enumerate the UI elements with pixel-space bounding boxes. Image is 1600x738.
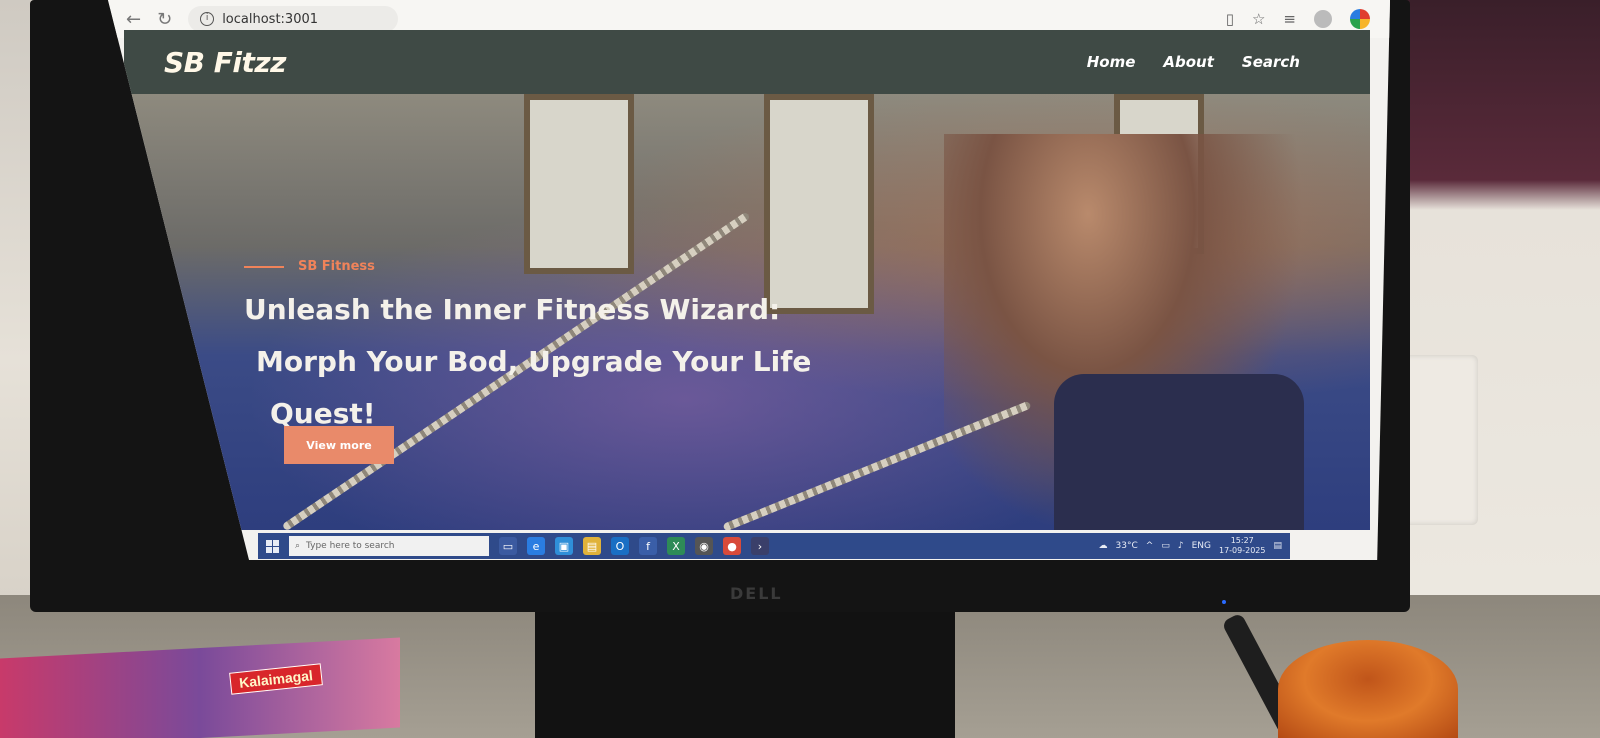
background-window (764, 94, 874, 314)
monitor: DELL ← ↻ i localhost:3001 ▯ ☆ ≡ SB Fitzz (30, 0, 1410, 612)
power-led (1222, 600, 1226, 604)
back-icon[interactable]: ← (126, 9, 141, 30)
chrome-icon[interactable]: ● (723, 537, 741, 555)
browser-app-icon[interactable] (1350, 9, 1370, 29)
edge-browser-icon[interactable]: e (527, 537, 545, 555)
volume-icon[interactable]: ♪ (1178, 541, 1184, 551)
hero-title-line: Morph Your Bod, Upgrade Your Life (256, 345, 812, 378)
athlete-shorts (1054, 374, 1304, 530)
profile-avatar[interactable] (1314, 10, 1332, 28)
hero-tag-text: SB Fitness (298, 259, 375, 274)
facebook-icon[interactable]: f (639, 537, 657, 555)
monitor-stand (535, 612, 955, 738)
taskbar-search-placeholder: Type here to search (306, 541, 395, 551)
store-icon[interactable]: ▣ (555, 537, 573, 555)
temperature[interactable]: 33°C (1116, 541, 1138, 551)
taskbar-search[interactable]: ⌕ Type here to search (289, 536, 489, 556)
network-icon[interactable]: ▭ (1161, 541, 1170, 551)
split-view-icon[interactable]: ▯ (1226, 10, 1234, 28)
search-icon: ⌕ (295, 541, 301, 551)
terminal-icon[interactable]: › (751, 537, 769, 555)
site-brand[interactable]: SB Fitzz (164, 46, 286, 79)
excel-icon[interactable]: X (667, 537, 685, 555)
language-indicator[interactable]: ENG (1192, 541, 1211, 551)
monitor-screen: ← ↻ i localhost:3001 ▯ ☆ ≡ SB Fitzz Home… (108, 0, 1390, 560)
tag-line (244, 266, 284, 268)
hero-banner: SB Fitness Unleash the Inner Fitness Wiz… (124, 94, 1370, 530)
clock-date: 17-09-2025 (1218, 546, 1266, 555)
file-explorer-icon[interactable]: ▤ (583, 537, 601, 555)
hero-tag: SB Fitness (244, 259, 375, 274)
camera-icon[interactable]: ◉ (695, 537, 713, 555)
hero-title-line: Unleash the Inner Fitness Wizard: (244, 293, 781, 326)
site-navbar: SB Fitzz Home About Search (124, 30, 1370, 94)
view-more-button[interactable]: View more (284, 426, 394, 464)
taskbar-clock[interactable]: 15:27 17-09-2025 (1219, 536, 1266, 556)
cable-grommet (1278, 640, 1458, 738)
site-nav: Home About Search (1087, 53, 1300, 71)
favorites-list-icon[interactable]: ≡ (1283, 10, 1296, 28)
nav-home-link[interactable]: Home (1087, 53, 1136, 71)
system-tray: ☁ 33°C ^ ▭ ♪ ENG 15:27 17-09-2025 ▤ (1099, 536, 1282, 556)
chevron-up-icon[interactable]: ^ (1146, 541, 1154, 551)
info-icon[interactable]: i (200, 12, 214, 26)
website: SB Fitzz Home About Search SB Fitness Un… (124, 30, 1370, 530)
nav-about-link[interactable]: About (1163, 53, 1214, 71)
hero-title: Unleash the Inner Fitness Wizard: Morph … (244, 284, 864, 440)
reload-icon[interactable]: ↻ (157, 9, 172, 30)
outlook-icon[interactable]: O (611, 537, 629, 555)
favorite-star-icon[interactable]: ☆ (1252, 10, 1265, 28)
address-bar[interactable]: i localhost:3001 (188, 6, 398, 32)
notification-icon[interactable]: ▤ (1273, 541, 1282, 551)
address-url: localhost:3001 (222, 11, 319, 27)
task-view-icon[interactable]: ▭ (499, 537, 517, 555)
windows-taskbar: ⌕ Type here to search ▭ e ▣ ▤ O f X ◉ ● … (258, 533, 1290, 559)
monitor-logo: DELL (730, 584, 783, 603)
windows-start-icon[interactable] (266, 540, 279, 553)
nav-search-link[interactable]: Search (1242, 53, 1300, 71)
weather-icon[interactable]: ☁ (1099, 541, 1108, 551)
background-window (524, 94, 634, 274)
clock-time: 15:27 (1230, 536, 1254, 545)
